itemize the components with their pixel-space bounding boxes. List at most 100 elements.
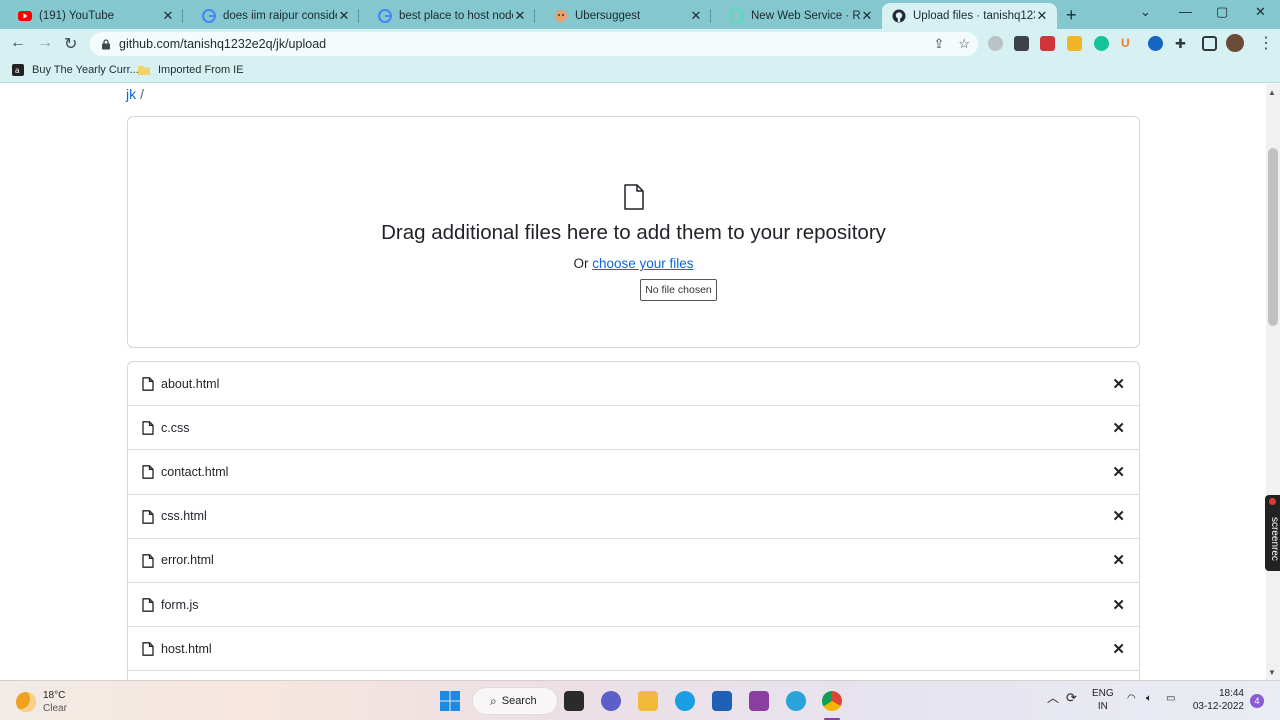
breadcrumb-repo-link[interactable]: jk — [126, 86, 136, 102]
tab-github-upload[interactable]: Upload files · tanishq1232e ✕ — [882, 3, 1057, 29]
weather-condition: Clear — [43, 703, 67, 714]
extension-red-icon[interactable] — [1040, 36, 1055, 51]
tab-google-2[interactable]: best place to host node js a ✕ — [360, 3, 535, 29]
tab-close-button[interactable]: ✕ — [161, 8, 175, 24]
file-row: css.html ✕ — [128, 495, 1139, 539]
extension-play-icon[interactable] — [1148, 36, 1163, 51]
taskbar-search[interactable]: ⌕ Search — [472, 687, 558, 715]
file-icon — [142, 421, 154, 436]
edge-icon[interactable] — [675, 691, 695, 711]
wifi-icon[interactable]: ◠ — [1127, 692, 1136, 705]
notification-badge[interactable]: 4 — [1250, 694, 1264, 708]
youtube-icon — [18, 11, 32, 21]
clock-time: 18:44 — [1218, 688, 1244, 699]
file-dropzone[interactable]: Drag additional files here to add them t… — [127, 116, 1140, 348]
ubersuggest-extension-icon[interactable]: U — [1121, 36, 1136, 51]
extension-m-icon[interactable] — [1014, 36, 1029, 51]
github-icon — [892, 9, 906, 23]
moon-icon — [16, 692, 36, 712]
windows-start-icon[interactable] — [440, 691, 460, 711]
clock[interactable]: 18:44 03-12-2022 — [1192, 687, 1244, 713]
dropzone-or-line: Or choose your files — [128, 256, 1139, 271]
file-name: error.html — [161, 553, 214, 568]
menu-kebab-icon[interactable]: ⋮ — [1258, 33, 1274, 53]
task-view-icon[interactable] — [564, 691, 584, 711]
remove-file-button[interactable]: ✕ — [1112, 375, 1125, 393]
github-upload-page: jk / Drag additional files here to add th… — [0, 84, 1266, 680]
page-scrollbar-thumb[interactable] — [1268, 148, 1278, 326]
tab-ubersuggest[interactable]: Ubersuggest ✕ — [536, 3, 711, 29]
file-icon — [142, 553, 154, 568]
tab-search-chevron-icon[interactable]: ⌄ — [1140, 4, 1151, 20]
windows-taskbar: 18°C Clear ⌕ Search ︿ ⟳ ENG IN ◠ 🔈︎ ▭ 18… — [0, 680, 1280, 720]
remove-file-button[interactable]: ✕ — [1112, 507, 1125, 525]
tab-close-button[interactable]: ✕ — [1035, 8, 1049, 24]
tab-render[interactable]: New Web Service · Render ✕ — [712, 3, 882, 29]
new-tab-button[interactable]: + — [1066, 5, 1077, 26]
file-input[interactable]: No file chosen — [640, 279, 717, 301]
google-icon — [202, 9, 216, 23]
share-icon[interactable]: ⇪ — [933, 36, 944, 52]
breadcrumb: jk / — [126, 86, 144, 102]
remove-file-button[interactable]: ✕ — [1112, 463, 1125, 481]
reload-button[interactable]: ↻ — [64, 34, 77, 54]
battery-icon[interactable]: ▭ — [1166, 692, 1175, 705]
address-bar[interactable]: github.com/tanishq1232e2q/jk/upload ⇪ ☆ — [90, 32, 978, 56]
tray-chevron-icon[interactable]: ︿ — [1047, 692, 1059, 705]
remove-file-button[interactable]: ✕ — [1112, 419, 1125, 437]
tab-google-1[interactable]: does iim raipur consider gr ✕ — [184, 3, 359, 29]
tab-close-button[interactable]: ✕ — [689, 8, 703, 24]
file-row: about.html ✕ — [128, 362, 1139, 407]
profile-avatar[interactable] — [1226, 34, 1244, 52]
bookmark-folder-imported[interactable]: Imported From IE — [138, 64, 244, 76]
forward-button[interactable]: → — [37, 34, 53, 52]
tab-title: (191) YouTube — [39, 10, 115, 22]
minimize-button[interactable]: — — [1179, 4, 1192, 19]
extension-k-icon[interactable] — [988, 36, 1003, 51]
file-explorer-icon[interactable] — [638, 691, 658, 711]
tab-close-button[interactable]: ✕ — [337, 8, 351, 24]
back-button[interactable]: ← — [10, 34, 26, 52]
tab-title: Ubersuggest — [575, 10, 641, 22]
app-purple-icon[interactable] — [749, 691, 769, 711]
lock-icon — [102, 38, 110, 49]
close-window-button[interactable]: ✕ — [1255, 4, 1266, 20]
volume-icon[interactable]: 🔈︎ — [1146, 692, 1152, 705]
screenrec-widget[interactable]: screenrec — [1265, 495, 1280, 571]
bookmark-label: Imported From IE — [158, 64, 244, 76]
weather-widget[interactable]: 18°C Clear — [16, 689, 67, 715]
remove-file-button[interactable]: ✕ — [1112, 640, 1125, 658]
tab-title: best place to host node js a — [399, 10, 513, 22]
svg-text:a: a — [15, 66, 20, 75]
tab-close-button[interactable]: ✕ — [860, 8, 874, 24]
file-name: about.html — [161, 376, 220, 391]
record-dot-icon — [1269, 498, 1276, 505]
remove-file-button[interactable]: ✕ — [1112, 551, 1125, 569]
extensions-puzzle-icon[interactable]: ✚ — [1175, 36, 1190, 51]
chrome-icon[interactable] — [822, 691, 842, 711]
grammarly-icon[interactable] — [1094, 36, 1109, 51]
tab-close-button[interactable]: ✕ — [513, 8, 527, 24]
maximize-button[interactable]: ▢ — [1216, 4, 1228, 20]
bookmark-star-icon[interactable]: ☆ — [958, 36, 970, 52]
file-icon — [624, 184, 644, 210]
store-icon[interactable] — [712, 691, 732, 711]
chat-icon[interactable] — [601, 691, 621, 711]
scroll-up-arrow[interactable]: ▲ — [1268, 88, 1276, 97]
screenrec-label: screenrec — [1269, 517, 1280, 561]
tab-title: New Web Service · Render — [751, 10, 860, 22]
breadcrumb-separator: / — [140, 86, 145, 102]
tab-title: Upload files · tanishq1232e — [913, 10, 1035, 22]
clock-date: 03-12-2022 — [1192, 701, 1244, 712]
remove-file-button[interactable]: ✕ — [1112, 596, 1125, 614]
tab-youtube[interactable]: (191) YouTube ✕ — [0, 3, 183, 29]
scroll-down-arrow[interactable]: ▼ — [1268, 668, 1276, 677]
bookmark-amazon[interactable]: a Buy The Yearly Curr... — [12, 64, 139, 76]
side-panel-icon[interactable] — [1202, 36, 1217, 51]
sync-icon[interactable]: ⟳ — [1066, 691, 1077, 704]
language-indicator[interactable]: ENG IN — [1092, 687, 1114, 713]
extension-bell-icon[interactable] — [1067, 36, 1082, 51]
choose-files-link[interactable]: choose your files — [592, 256, 693, 271]
help-icon[interactable] — [786, 691, 806, 711]
amazon-icon: a — [12, 64, 24, 76]
